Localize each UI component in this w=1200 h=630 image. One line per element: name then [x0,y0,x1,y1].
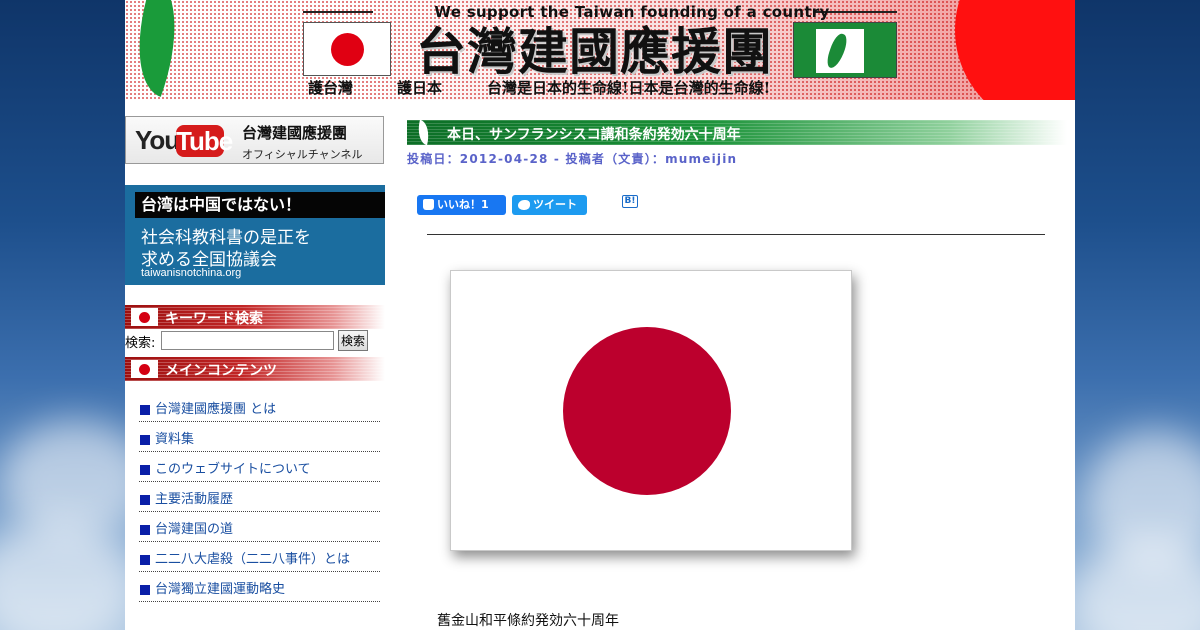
search-heading-label: キーワード検索 [165,311,263,327]
thumbs-up-icon [423,199,434,210]
menu-section-heading: メインコンテンツ [125,357,385,381]
article-divider [427,234,1045,235]
red-sun-graphic [955,0,1075,100]
youtube-channel-link[interactable]: You Tube 台灣建國應援團 オフィシャルチャンネル [125,116,384,164]
header-sub-1: 護台灣 [308,79,354,97]
banner-url: taiwanisnotchina.org [141,267,242,279]
bullet-square-icon [140,405,150,415]
bullet-square-icon [140,525,150,535]
background-cloud [0,520,140,630]
tweet-label: ツイート [533,198,577,211]
article-caption: 舊金山和平條約発効六十周年 [437,613,619,629]
search-button[interactable]: 検索 [338,330,368,351]
sidebar-item-228-incident[interactable]: 二二八大虐殺（二二八事件）とは [139,550,380,572]
sidebar-item-label: 台灣建國應援團 とは [155,402,277,417]
menu-heading-label: メインコンテンツ [165,363,277,379]
article-meta: 投稿日：2012-04-28 - 投稿者（文責）：mumeijin [407,152,738,166]
green-leaf-icon [125,0,199,97]
sidebar-item-road-to-founding[interactable]: 台灣建国の道 [139,520,380,542]
header-rule [303,11,373,13]
twitter-bird-icon [518,200,530,210]
japan-flag-icon [303,22,391,76]
youtube-logo-you: You [135,125,180,155]
bullet-square-icon [140,555,150,565]
hatena-bookmark-button[interactable]: B! [622,195,638,208]
sidebar-item-about-site[interactable]: このウェブサイトについて [139,460,380,482]
sidebar-item-label: 二二八大虐殺（二二八事件）とは [155,552,351,567]
sidebar-item-label: 台灣建国の道 [155,522,234,537]
sidebar-item-activity-history[interactable]: 主要活動履歴 [139,490,380,512]
sidebar-item-about-group[interactable]: 台灣建國應援團 とは [139,400,380,422]
sidebar-item-label: 主要活動履歴 [155,492,234,507]
sidebar-item-label: このウェブサイトについて [155,462,311,477]
youtube-channel-name: 台灣建國應援團 [242,124,348,142]
header-sub-2: 護日本 [397,79,443,97]
tweet-button[interactable]: ツイート [512,195,587,215]
page-container: We support the Taiwan founding of a coun… [125,0,1075,630]
facebook-like-button[interactable]: いいね！1 [417,195,506,215]
youtube-logo-tube: Tube [176,125,233,157]
youtube-channel-subtitle: オフィシャルチャンネル [242,148,363,161]
japan-flag-icon [131,308,158,326]
bullet-square-icon [140,465,150,475]
japan-flag-icon [131,360,158,378]
site-title[interactable]: 台灣建國應援團 [397,12,792,84]
header-sub-3: 台灣是日本的生命線!日本是台灣的生命線! [487,79,771,97]
search-label: 検索: [125,336,156,351]
taiwanisnotchina-banner[interactable]: 台湾は中国ではない！ 社会科教科書の是正を 求める全国協議会 taiwanisn… [125,185,385,285]
like-label: いいね！1 [437,198,489,211]
sidebar-item-materials[interactable]: 資料集 [139,430,380,452]
bullet-square-icon [140,585,150,595]
site-header[interactable]: We support the Taiwan founding of a coun… [125,0,1075,100]
sidebar-item-label: 台灣獨立建國運動略史 [155,582,286,597]
article-title-bar: 本日、サンフランシスコ講和条約発効六十周年 [407,119,1067,146]
banner-headline: 台湾は中国ではない！ [135,192,385,218]
bullet-square-icon [140,435,150,445]
taiwan-flag-icon [793,22,897,78]
sidebar-item-label: 資料集 [155,432,195,447]
leaf-icon [414,119,433,146]
article-title[interactable]: 本日、サンフランシスコ講和条約発効六十周年 [447,124,741,144]
japan-flag-image [450,270,852,551]
search-section-heading: キーワード検索 [125,305,385,329]
background-cloud [1070,540,1200,630]
bullet-square-icon [140,495,150,505]
flag-red-disc [563,327,731,495]
sidebar-item-independence-history[interactable]: 台灣獨立建國運動略史 [139,580,380,602]
search-input[interactable] [161,331,334,350]
